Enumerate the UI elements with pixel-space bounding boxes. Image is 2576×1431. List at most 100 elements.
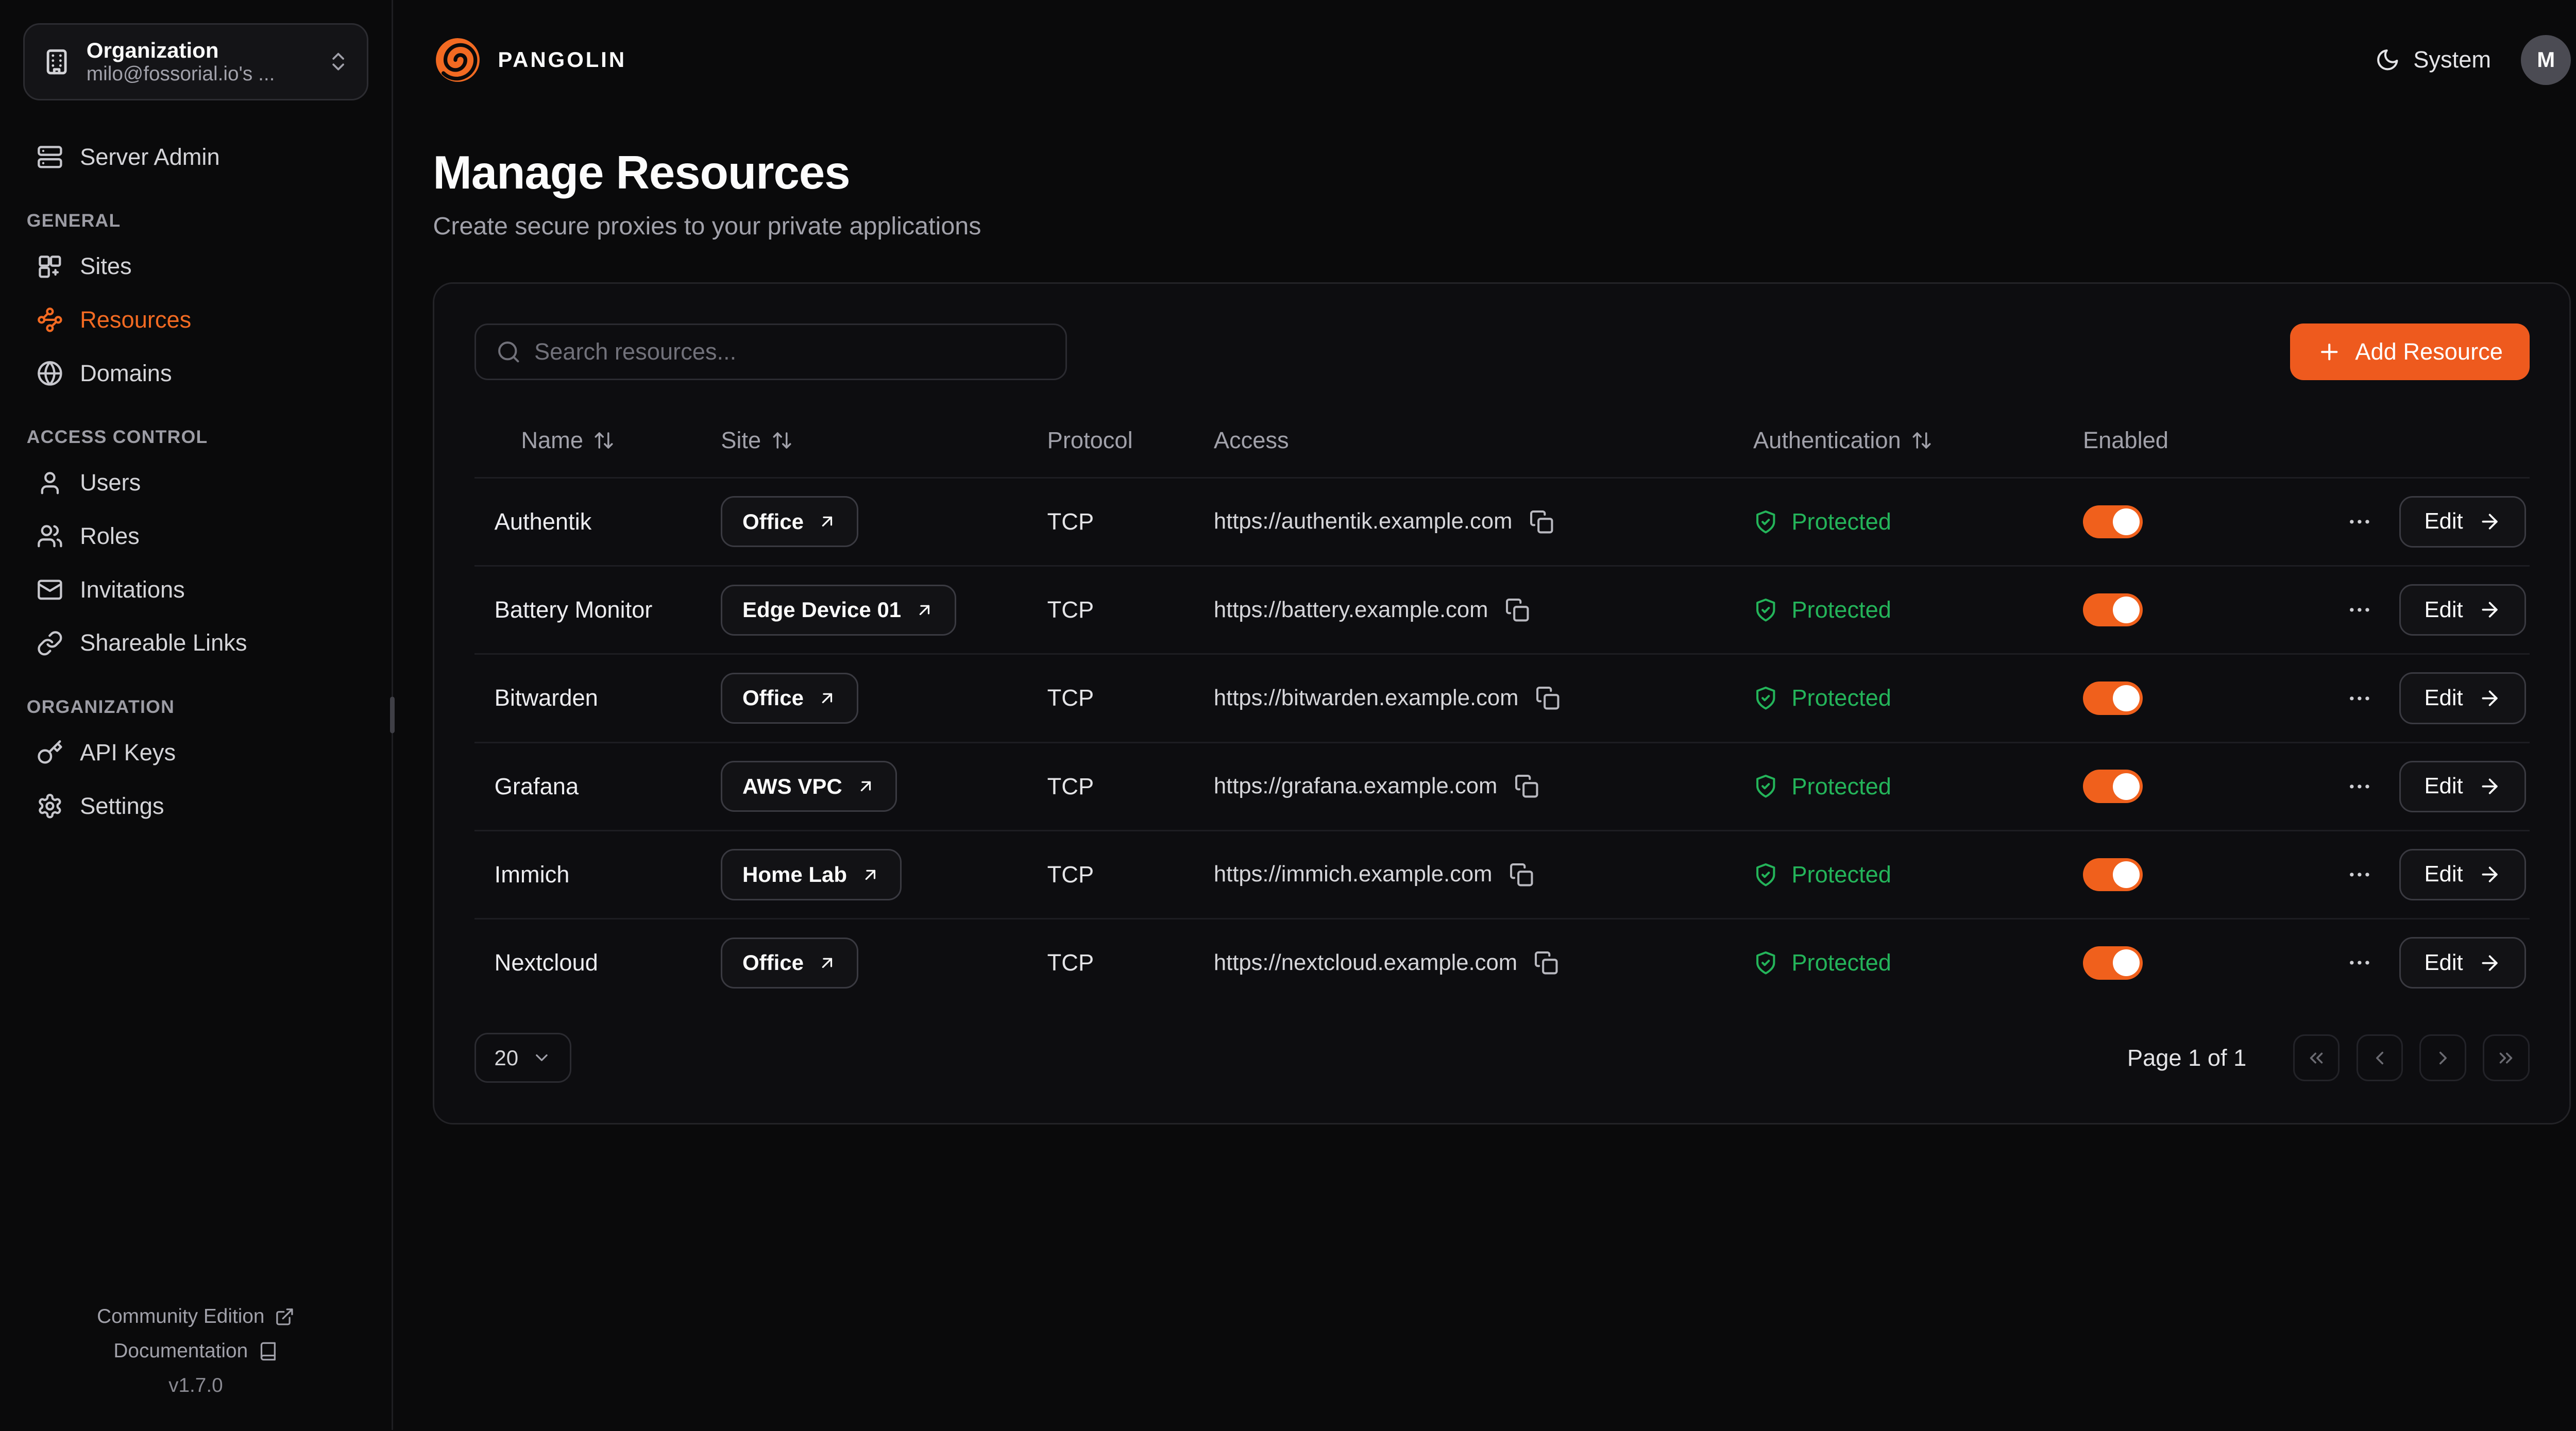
edit-button[interactable]: Edit <box>2399 849 2526 900</box>
sidebar-footer: Community Edition Documentation v1.7.0 <box>23 1305 368 1403</box>
site-link-button[interactable]: Office <box>721 938 858 989</box>
sidebar: Organization milo@fossorial.io's ... Ser… <box>0 0 393 1430</box>
org-title: Organization <box>87 38 312 63</box>
sidebar-item-users[interactable]: Users <box>23 456 368 510</box>
avatar[interactable]: M <box>2521 35 2571 85</box>
gear-icon <box>37 793 63 820</box>
resource-protocol: TCP <box>1047 773 1214 800</box>
row-menu-button[interactable] <box>2343 505 2376 539</box>
ellipsis-icon <box>2346 685 2373 712</box>
sidebar-item-shareable-links[interactable]: Shareable Links <box>23 617 368 670</box>
table-row: Battery Monitor Edge Device 01 TCP https… <box>474 565 2530 653</box>
site-link-button[interactable]: Home Lab <box>721 849 902 900</box>
next-page-button[interactable] <box>2419 1034 2466 1081</box>
arrow-up-right-icon <box>817 953 837 973</box>
row-menu-button[interactable] <box>2343 682 2376 715</box>
site-link-button[interactable]: Office <box>721 673 858 724</box>
first-page-button[interactable] <box>2293 1034 2340 1081</box>
mail-icon <box>37 576 63 603</box>
column-header-site[interactable]: Site <box>721 427 1047 454</box>
enabled-toggle[interactable] <box>2083 682 2143 715</box>
edit-button[interactable]: Edit <box>2399 584 2526 636</box>
site-link-button[interactable]: AWS VPC <box>721 761 897 812</box>
edit-button[interactable]: Edit <box>2399 672 2526 724</box>
table-row: Authentik Office TCP https://authentik.e… <box>474 477 2530 565</box>
pagination: Page 1 of 1 <box>2127 1034 2530 1081</box>
auth-status: Protected <box>1791 685 1891 711</box>
copy-icon <box>1535 686 1560 710</box>
external-link-icon <box>275 1307 295 1327</box>
page-indicator: Page 1 of 1 <box>2127 1045 2246 1071</box>
column-header-authentication[interactable]: Authentication <box>1753 427 2083 454</box>
arrow-right-icon <box>2478 951 2501 975</box>
chevron-left-icon <box>2369 1047 2391 1069</box>
access-url: https://battery.example.com <box>1214 598 1488 623</box>
ellipsis-icon <box>2346 773 2373 800</box>
enabled-toggle[interactable] <box>2083 946 2143 980</box>
enabled-toggle[interactable] <box>2083 770 2143 803</box>
sidebar-nav: Server Admin GENERAL Sites Resources Dom <box>23 130 368 832</box>
sort-icon <box>771 430 793 451</box>
sidebar-item-roles[interactable]: Roles <box>23 509 368 563</box>
enabled-toggle[interactable] <box>2083 858 2143 892</box>
resource-protocol: TCP <box>1047 597 1214 623</box>
brand-link[interactable]: PANGOLIN <box>433 35 626 85</box>
sidebar-resize-handle[interactable] <box>390 697 395 734</box>
resources-icon <box>37 306 63 333</box>
copy-url-button[interactable] <box>1534 950 1558 975</box>
sidebar-item-sites[interactable]: Sites <box>23 240 368 294</box>
row-menu-button[interactable] <box>2343 858 2376 892</box>
theme-select-button[interactable]: System <box>2375 46 2491 73</box>
enabled-toggle[interactable] <box>2083 593 2143 627</box>
edit-button[interactable]: Edit <box>2399 761 2526 812</box>
row-menu-button[interactable] <box>2343 770 2376 803</box>
copy-url-button[interactable] <box>1505 598 1530 622</box>
ellipsis-icon <box>2346 597 2373 623</box>
access-url: https://immich.example.com <box>1214 862 1493 887</box>
enabled-toggle[interactable] <box>2083 505 2143 539</box>
copy-url-button[interactable] <box>1535 686 1560 710</box>
arrow-right-icon <box>2478 598 2501 621</box>
copy-url-button[interactable] <box>1529 509 1554 534</box>
sidebar-item-domains[interactable]: Domains <box>23 347 368 400</box>
org-switcher[interactable]: Organization milo@fossorial.io's ... <box>23 23 368 100</box>
sidebar-item-invitations[interactable]: Invitations <box>23 563 368 617</box>
app-window: Organization milo@fossorial.io's ... Ser… <box>0 0 2576 1430</box>
site-link-button[interactable]: Office <box>721 496 858 547</box>
copy-icon <box>1534 950 1558 975</box>
sidebar-item-resources[interactable]: Resources <box>23 293 368 347</box>
main-content: PANGOLIN System M Manage Resources Creat… <box>393 0 2576 1430</box>
copy-url-button[interactable] <box>1509 862 1534 887</box>
moon-icon <box>2375 47 2400 72</box>
edit-button[interactable]: Edit <box>2399 937 2526 989</box>
topbar: PANGOLIN System M <box>433 0 2571 120</box>
resource-name: Authentik <box>474 508 721 535</box>
sidebar-item-server-admin[interactable]: Server Admin <box>23 130 368 184</box>
resource-protocol: TCP <box>1047 685 1214 711</box>
last-page-button[interactable] <box>2483 1034 2529 1081</box>
card-toolbar: Add Resource <box>474 323 2530 380</box>
chevrons-left-icon <box>2306 1047 2327 1069</box>
version-label: v1.7.0 <box>168 1374 223 1397</box>
arrow-up-right-icon <box>856 776 876 796</box>
copy-icon <box>1509 862 1534 887</box>
sidebar-item-api-keys[interactable]: API Keys <box>23 726 368 779</box>
book-icon <box>258 1341 278 1361</box>
sidebar-item-settings[interactable]: Settings <box>23 779 368 833</box>
add-resource-button[interactable]: Add Resource <box>2290 323 2529 380</box>
copy-url-button[interactable] <box>1514 774 1539 798</box>
documentation-link[interactable]: Documentation <box>113 1340 278 1362</box>
table-body: Authentik Office TCP https://authentik.e… <box>474 477 2530 1007</box>
site-link-button[interactable]: Edge Device 01 <box>721 585 956 636</box>
row-menu-button[interactable] <box>2343 593 2376 627</box>
column-header-name[interactable]: Name <box>474 427 721 454</box>
community-edition-link[interactable]: Community Edition <box>97 1305 295 1328</box>
edit-button[interactable]: Edit <box>2399 496 2526 548</box>
row-menu-button[interactable] <box>2343 946 2376 980</box>
page-head: Manage Resources Create secure proxies t… <box>433 146 2571 241</box>
page-size-select[interactable]: 20 <box>474 1033 571 1083</box>
search-input[interactable] <box>534 338 1046 365</box>
table-row: Grafana AWS VPC TCP https://grafana.exam… <box>474 742 2530 830</box>
auth-status: Protected <box>1791 861 1891 888</box>
previous-page-button[interactable] <box>2357 1034 2403 1081</box>
